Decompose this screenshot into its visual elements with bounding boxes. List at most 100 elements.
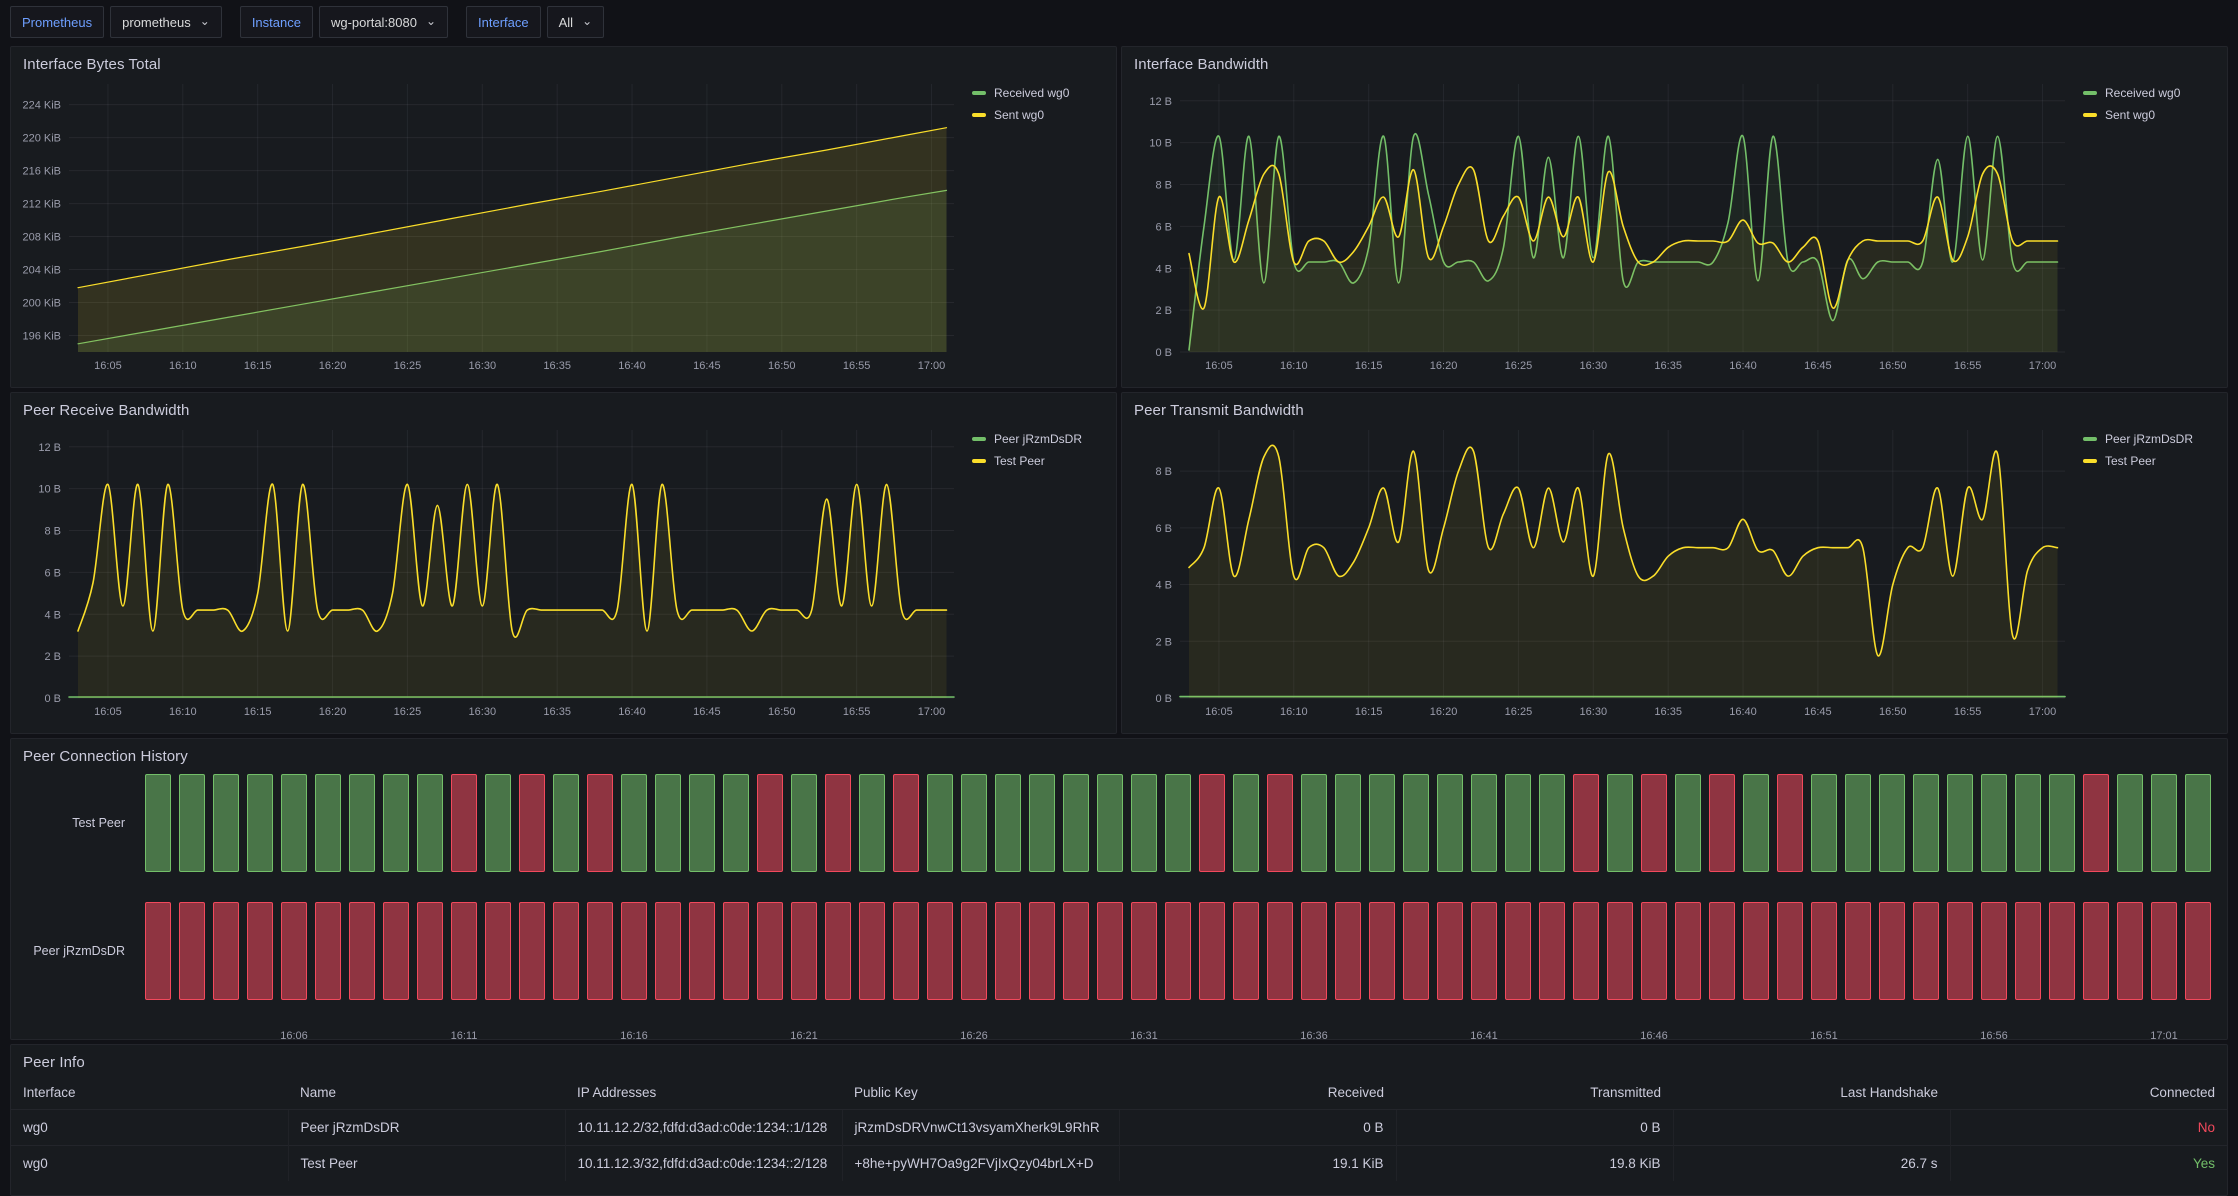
legend-item[interactable]: Test Peer <box>972 454 1110 468</box>
status-bar-connected <box>281 774 307 872</box>
status-bar-connected <box>621 774 647 872</box>
x-axis-tick: 16:15 <box>244 360 272 372</box>
x-axis-tick: 17:00 <box>2029 706 2057 718</box>
legend-item[interactable]: Test Peer <box>2083 454 2221 468</box>
status-bar-connected <box>1607 774 1633 872</box>
legend-item[interactable]: Peer jRzmDsDR <box>972 432 1110 446</box>
x-axis-tick: 16:45 <box>693 706 721 718</box>
y-axis-tick: 8 B <box>1155 466 1172 478</box>
status-bar-disconnected <box>519 902 545 1000</box>
legend-series-swatch <box>972 459 986 463</box>
y-axis-tick: 204 KiB <box>22 265 61 277</box>
variable-value-interface-dropdown[interactable]: All ⌄ <box>547 6 605 38</box>
status-bar-disconnected <box>383 902 409 1000</box>
timeseries-plot-area[interactable]: 16:0516:1016:1516:2016:2516:3016:3516:40… <box>1124 420 2071 720</box>
table-header-row: InterfaceNameIP AddressesPublic KeyRecei… <box>11 1076 2227 1110</box>
table-column-header[interactable]: IP Addresses <box>565 1076 842 1110</box>
table-column-header[interactable]: Connected <box>1950 1076 2227 1110</box>
legend-item[interactable]: Received wg0 <box>2083 86 2221 100</box>
panel-legend: Received wg0 Sent wg0 <box>960 74 1110 374</box>
status-bar-connected <box>247 774 273 872</box>
x-axis-tick: 16:25 <box>1505 360 1533 372</box>
y-axis-tick: 2 B <box>1155 636 1172 648</box>
status-bar-connected <box>1947 774 1973 872</box>
table-column-header[interactable]: Name <box>288 1076 565 1110</box>
panel-title: Peer Transmit Bandwidth <box>1122 393 2227 420</box>
table-column-header[interactable]: Public Key <box>842 1076 1119 1110</box>
table-column-header[interactable]: Transmitted <box>1396 1076 1673 1110</box>
status-history-bars <box>141 774 2215 872</box>
x-axis-tick: 16:11 <box>451 1030 478 1040</box>
status-bar-disconnected <box>1437 902 1463 1000</box>
status-bar-connected <box>1403 774 1429 872</box>
status-bar-disconnected <box>2083 902 2109 1000</box>
timeseries-plot-area[interactable]: 16:0516:1016:1516:2016:2516:3016:3516:40… <box>1124 74 2071 374</box>
y-axis-tick: 200 KiB <box>22 298 61 310</box>
status-bar-connected <box>2185 774 2211 872</box>
status-bar-disconnected <box>587 774 613 872</box>
status-bar-disconnected <box>1913 902 1939 1000</box>
legend-item[interactable]: Sent wg0 <box>972 108 1110 122</box>
legend-item[interactable]: Peer jRzmDsDR <box>2083 432 2221 446</box>
x-axis-tick: 16:20 <box>1430 706 1458 718</box>
status-bar-disconnected <box>451 774 477 872</box>
table-column-header[interactable]: Last Handshake <box>1673 1076 1950 1110</box>
x-axis-tick: 16:10 <box>169 706 197 718</box>
status-bar-connected <box>417 774 443 872</box>
x-axis-tick: 16:30 <box>469 706 497 718</box>
y-axis-tick: 10 B <box>1149 138 1172 150</box>
status-bar-disconnected <box>825 774 851 872</box>
timeseries-plot-area[interactable]: 16:0516:1016:1516:2016:2516:3016:3516:40… <box>13 74 960 374</box>
status-bar-connected <box>961 774 987 872</box>
status-bar-connected <box>1539 774 1565 872</box>
status-bar-disconnected <box>587 902 613 1000</box>
x-axis-tick: 17:00 <box>2029 360 2057 372</box>
timeseries-plot-area[interactable]: 16:0516:1016:1516:2016:2516:3016:3516:40… <box>13 420 960 720</box>
x-axis-tick: 17:00 <box>918 360 946 372</box>
x-axis-tick: 16:06 <box>280 1030 308 1040</box>
table-cell-public-key: jRzmDsDRVnwCt13vsyamXherk9L9RhR <box>842 1110 1119 1146</box>
x-axis-tick: 16:15 <box>244 706 272 718</box>
y-axis-tick: 12 B <box>38 442 61 454</box>
table-column-header[interactable]: Received <box>1119 1076 1396 1110</box>
series-area <box>1189 445 2058 698</box>
x-axis-tick: 16:51 <box>1810 1030 1838 1040</box>
y-axis-tick: 4 B <box>44 609 61 621</box>
status-bar-disconnected <box>2083 774 2109 872</box>
status-bar-connected <box>1233 774 1259 872</box>
peer-info-table: InterfaceNameIP AddressesPublic KeyRecei… <box>11 1076 2227 1181</box>
table-column-header[interactable]: Interface <box>11 1076 288 1110</box>
status-bar-connected <box>859 774 885 872</box>
table-cell-received: 0 B <box>1119 1110 1396 1146</box>
status-bar-disconnected <box>1777 774 1803 872</box>
panel-row-2: Peer Receive Bandwidth 16:0516:1016:1516… <box>10 392 2228 734</box>
status-bar-disconnected <box>995 902 1021 1000</box>
status-history-x-axis: 16:0616:1116:1616:2116:2616:3116:3616:41… <box>141 1030 2215 1040</box>
table-row: wg0Peer jRzmDsDR10.11.12.2/32,fdfd:d3ad:… <box>11 1110 2227 1146</box>
table-row: wg0Test Peer10.11.12.3/32,fdfd:d3ad:c0de… <box>11 1146 2227 1182</box>
legend-series-label: Peer jRzmDsDR <box>2105 432 2193 446</box>
variable-value-instance-dropdown[interactable]: wg-portal:8080 ⌄ <box>319 6 448 38</box>
chevron-down-icon: ⌄ <box>200 15 210 27</box>
status-bar-connected <box>1029 774 1055 872</box>
status-bar-disconnected <box>655 902 681 1000</box>
table-cell-last-handshake <box>1673 1110 1950 1146</box>
status-bar-connected <box>1845 774 1871 872</box>
status-bar-connected <box>1471 774 1497 872</box>
x-axis-tick: 16:55 <box>843 360 871 372</box>
status-bar-connected <box>1505 774 1531 872</box>
status-bar-disconnected <box>1199 902 1225 1000</box>
status-bar-disconnected <box>451 902 477 1000</box>
status-history-plot[interactable]: Test PeerPeer jRzmDsDR16:0616:1116:1616:… <box>11 766 2227 1040</box>
x-axis-tick: 16:35 <box>1654 360 1682 372</box>
y-axis-tick: 0 B <box>1155 347 1172 359</box>
variable-control-prometheus: Prometheus prometheus ⌄ <box>10 6 222 38</box>
status-bar-disconnected <box>417 902 443 1000</box>
table-cell-name: Test Peer <box>288 1146 565 1182</box>
variable-value-prometheus-dropdown[interactable]: prometheus ⌄ <box>110 6 222 38</box>
status-bar-disconnected <box>1709 902 1735 1000</box>
legend-item[interactable]: Sent wg0 <box>2083 108 2221 122</box>
variable-value-text: prometheus <box>122 15 191 30</box>
x-axis-tick: 16:41 <box>1470 1030 1498 1040</box>
legend-item[interactable]: Received wg0 <box>972 86 1110 100</box>
